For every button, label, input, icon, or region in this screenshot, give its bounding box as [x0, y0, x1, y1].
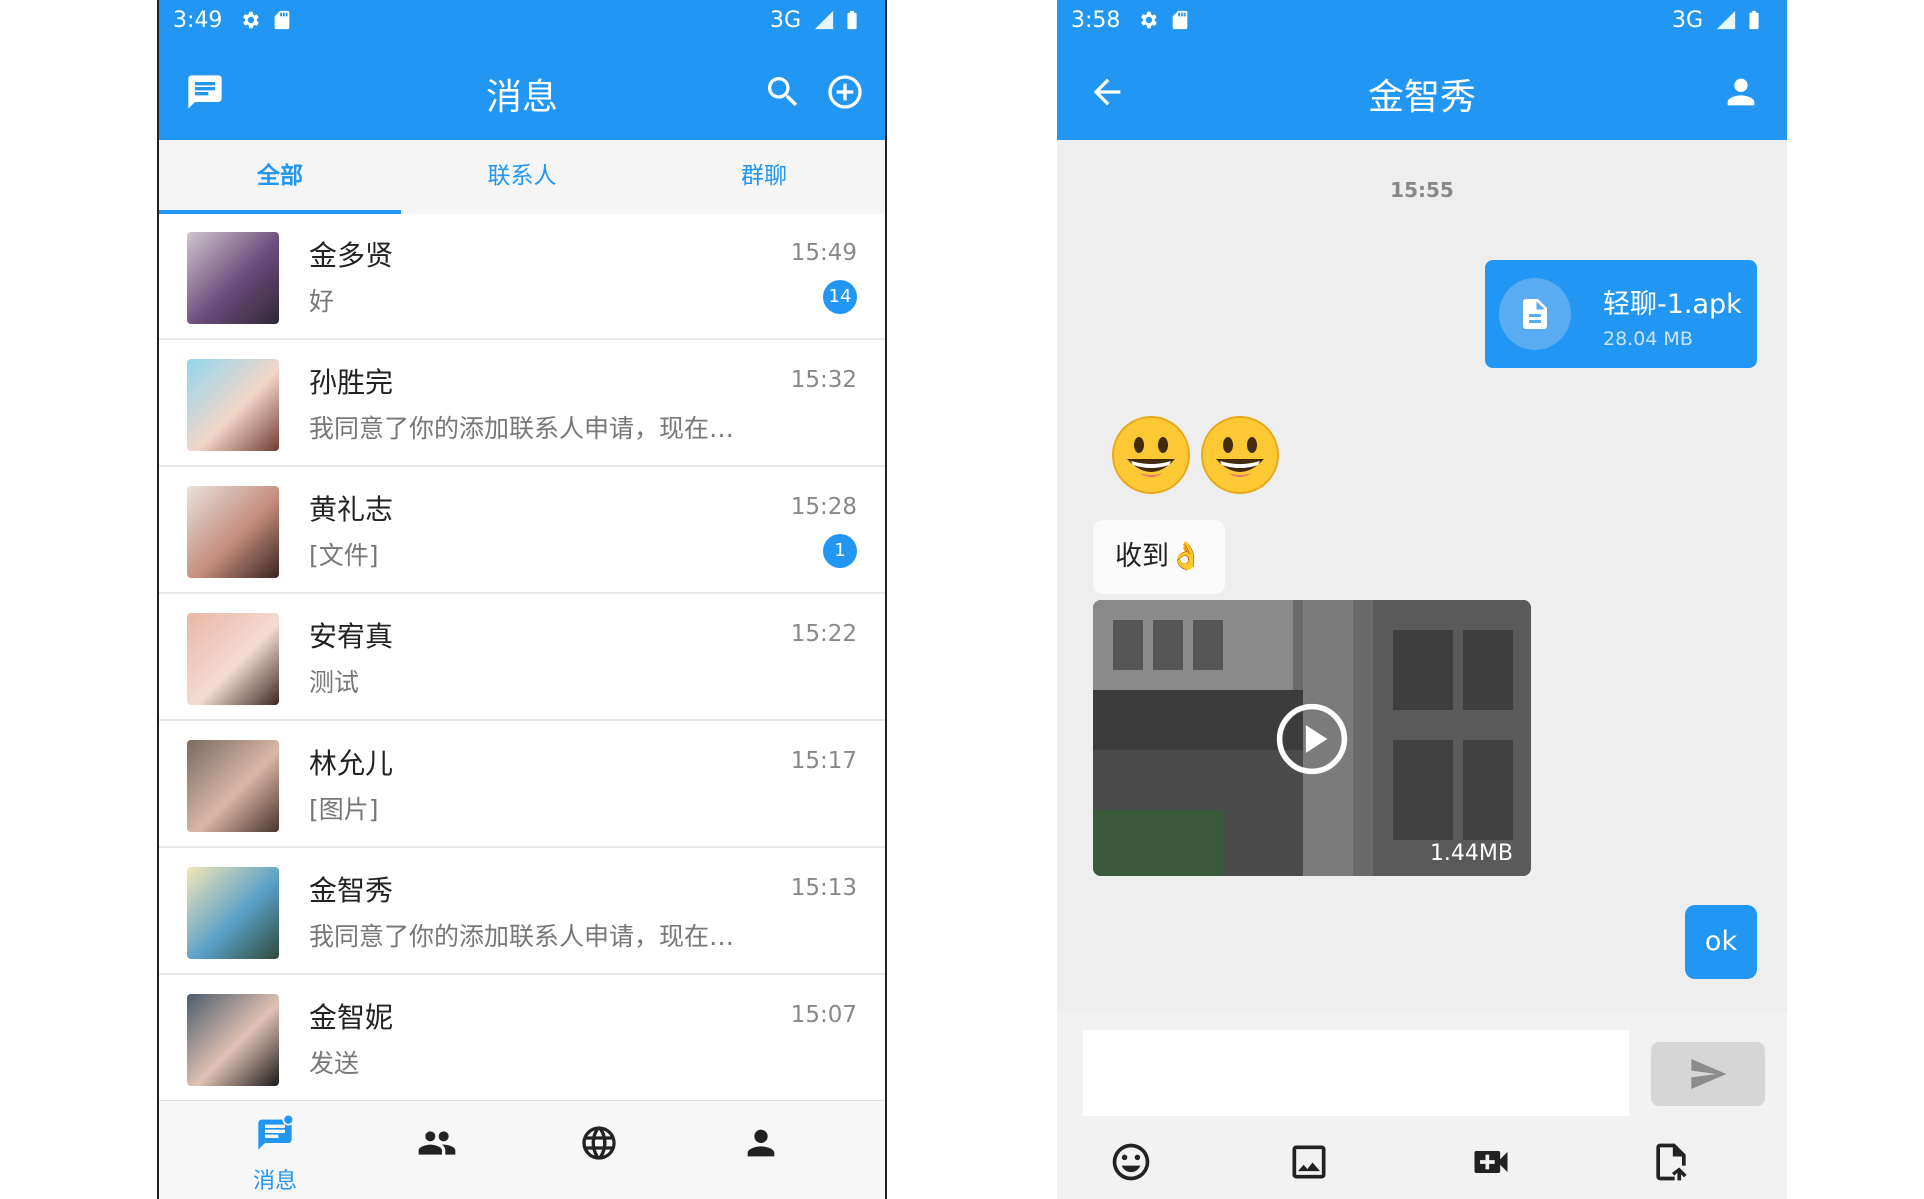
file-icon: [1523, 299, 1547, 329]
avatar: [187, 486, 279, 578]
message-time: 15:28: [790, 494, 857, 520]
nav-contacts[interactable]: [357, 1101, 517, 1199]
tab-bar: 全部 联系人 群聊: [159, 140, 885, 214]
message-time: 15:22: [790, 621, 857, 647]
conversation-row[interactable]: 林允儿 [图片] 15:17: [159, 722, 885, 848]
message-preview: 测试: [309, 668, 360, 697]
contact-name: 金智秀: [309, 874, 394, 907]
file-message[interactable]: 轻聊-1.apk 28.04 MB: [1485, 260, 1757, 368]
unread-badge: 14: [823, 280, 857, 314]
grinning-emoji: [1201, 416, 1279, 494]
chat-timestamp: 15:55: [1390, 178, 1454, 202]
avatar: [187, 613, 279, 705]
message-icon: [258, 1113, 295, 1150]
nav-discover[interactable]: [519, 1101, 679, 1199]
conversation-row[interactable]: 金智妮 发送 15:07: [159, 976, 885, 1100]
status-bar: 3:49 3G: [159, 0, 885, 42]
message-time: 15:13: [790, 875, 857, 901]
conversation-row[interactable]: 黄礼志 [文件] 15:28 1: [159, 468, 885, 594]
bottom-navigation: 消息: [159, 1100, 885, 1199]
avatar: [187, 867, 279, 959]
nav-profile[interactable]: [681, 1101, 841, 1199]
avatar: [187, 994, 279, 1086]
contacts-icon: [418, 1131, 456, 1155]
sd-card-icon: [1172, 10, 1188, 30]
video-size: 1.44MB: [1429, 841, 1513, 866]
message-preview: 我同意了你的添加联系人申请，现在…: [309, 922, 735, 951]
nav-messages-label: 消息: [252, 1169, 297, 1194]
status-time: 3:49: [173, 8, 223, 33]
battery-icon: [847, 10, 857, 30]
signal-icon: [1716, 10, 1736, 30]
conversation-list-screen: 3:49 3G 消息 全部 联系人 群聊 金多贤 好 15:49 14 孙胜完 …: [157, 0, 887, 1199]
avatar: [187, 232, 279, 324]
add-circle-icon[interactable]: [825, 72, 865, 112]
search-icon[interactable]: [763, 72, 803, 112]
text-message[interactable]: 收到👌: [1093, 520, 1225, 594]
battery-icon: [1749, 10, 1759, 30]
sd-card-icon: [274, 10, 290, 30]
contact-name: 黄礼志: [309, 493, 394, 526]
video-message[interactable]: 1.44MB: [1093, 600, 1531, 876]
message-preview: [文件]: [309, 541, 379, 570]
network-type: 3G: [1671, 8, 1703, 33]
chat-screen: 3:58 3G 金智秀 15:55 轻聊-1.apk 28.04 MB 收到👌: [1057, 0, 1787, 1199]
message-time: 15:17: [790, 748, 857, 774]
conversation-row[interactable]: 安宥真 测试 15:22: [159, 595, 885, 721]
image-icon[interactable]: [1287, 1140, 1331, 1184]
message-preview: 好: [309, 287, 335, 316]
globe-icon: [582, 1126, 616, 1160]
settings-icon: [243, 11, 259, 29]
tab-all[interactable]: 全部: [159, 140, 401, 214]
contact-name: 林允儿: [309, 747, 394, 780]
message-preview: 发送: [309, 1049, 360, 1078]
app-bar: 金智秀: [1057, 42, 1787, 140]
unread-badge: 1: [823, 534, 857, 568]
tab-contacts[interactable]: 联系人: [401, 140, 643, 214]
message-time: 15:32: [790, 367, 857, 393]
file-name: 轻聊-1.apk: [1603, 289, 1742, 320]
contact-name: 安宥真: [309, 620, 394, 653]
grinning-emoji: [1112, 416, 1190, 494]
file-icon-circle: [1499, 278, 1571, 350]
contact-name: 孙胜完: [309, 366, 394, 399]
nav-messages[interactable]: 消息: [195, 1101, 355, 1199]
network-type: 3G: [769, 8, 801, 33]
person-icon: [747, 1129, 775, 1157]
avatar: [187, 740, 279, 832]
send-button[interactable]: [1651, 1042, 1765, 1106]
play-icon[interactable]: [1275, 702, 1349, 776]
emoji-icon[interactable]: [1109, 1140, 1153, 1184]
settings-icon: [1141, 11, 1157, 29]
contact-name: 金智妮: [309, 1001, 394, 1034]
send-icon: [1691, 1059, 1727, 1089]
conversation-row[interactable]: 金多贤 好 15:49 14: [159, 214, 885, 340]
message-time: 15:49: [790, 240, 857, 266]
avatar: [187, 359, 279, 451]
message-preview: 我同意了你的添加联系人申请，现在…: [309, 414, 735, 443]
tab-groups[interactable]: 群聊: [643, 140, 885, 214]
status-time: 3:58: [1071, 8, 1121, 33]
message-preview: [图片]: [309, 795, 379, 824]
text-message-outgoing[interactable]: ok: [1685, 905, 1757, 979]
message-time: 15:07: [790, 1002, 857, 1028]
conversation-row[interactable]: 金智秀 我同意了你的添加联系人申请，现在… 15:13: [159, 849, 885, 975]
signal-icon: [814, 10, 834, 30]
app-bar: 消息: [159, 42, 885, 140]
file-size: 28.04 MB: [1603, 328, 1693, 350]
file-icon[interactable]: [1649, 1140, 1693, 1184]
status-bar: 3:58 3G: [1057, 0, 1787, 42]
input-bar: [1057, 1012, 1787, 1199]
chat-title: 金智秀: [1367, 77, 1476, 118]
video-icon[interactable]: [1469, 1140, 1513, 1184]
person-icon[interactable]: [1721, 72, 1761, 112]
message-input[interactable]: [1083, 1030, 1629, 1116]
conversation-row[interactable]: 孙胜完 我同意了你的添加联系人申请，现在… 15:32: [159, 341, 885, 467]
contact-name: 金多贤: [309, 239, 394, 272]
